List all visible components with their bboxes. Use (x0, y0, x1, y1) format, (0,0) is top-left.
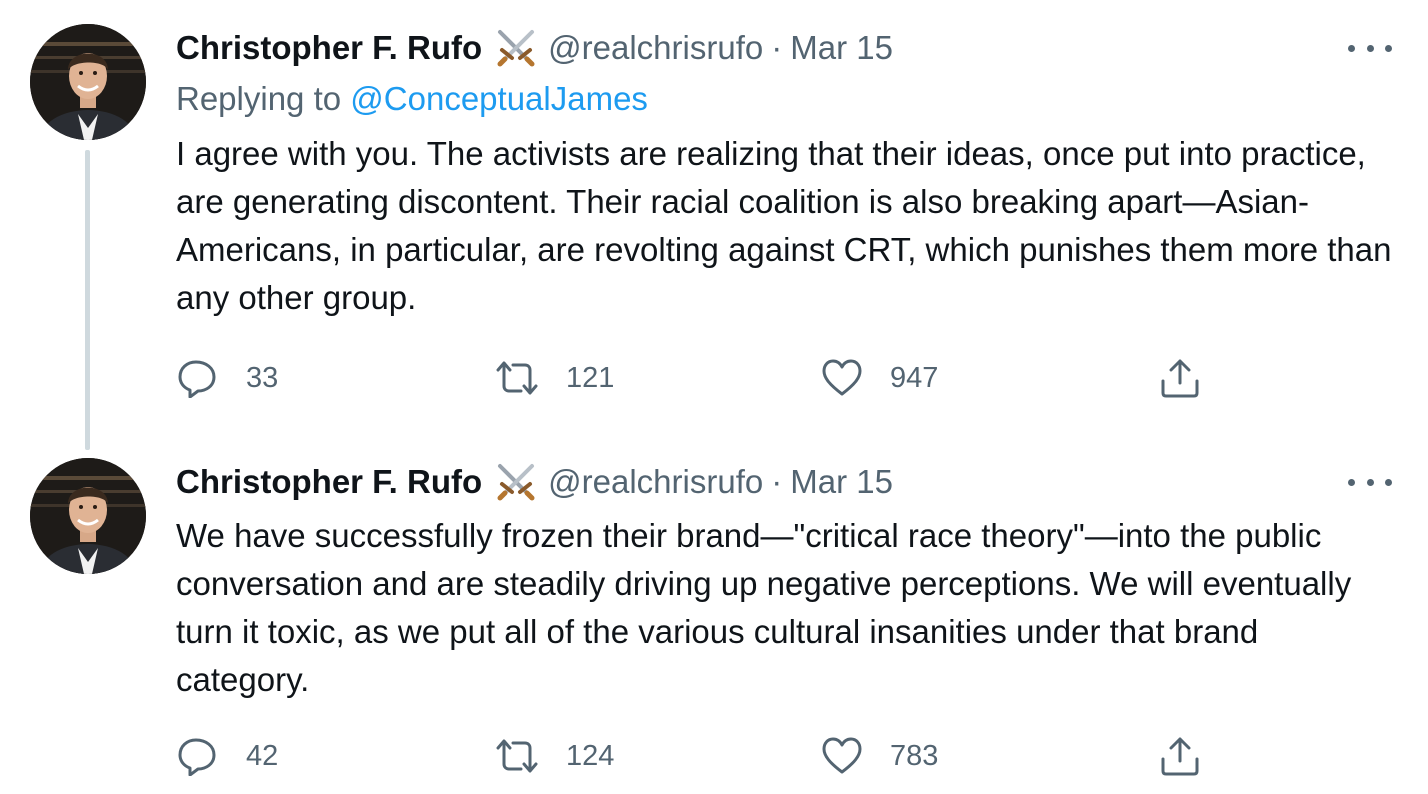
tweet-actions: 42 124 783 (176, 734, 1236, 778)
more-dot (1366, 478, 1374, 486)
tweet[interactable]: Christopher F. Rufo @realchrisrufo · Mar… (0, 450, 1428, 794)
reply-icon (178, 738, 216, 776)
avatar[interactable] (30, 24, 146, 140)
like-count: 947 (890, 361, 939, 394)
retweet-button[interactable]: 124 (494, 734, 614, 778)
tweet-header: Christopher F. Rufo @realchrisrufo · Mar… (176, 460, 893, 504)
crossed-swords-icon (497, 30, 535, 67)
more-dot (1348, 44, 1355, 52)
replying-to: Replying to @ConceptualJames (176, 80, 648, 118)
retweet-count: 121 (566, 361, 615, 394)
retweet-button[interactable]: 121 (494, 356, 614, 400)
display-name[interactable]: Christopher F. Rufo (176, 463, 482, 501)
retweet-icon (496, 361, 538, 395)
tweet-text: We have successfully frozen their brand—… (176, 517, 1352, 698)
tweet-date[interactable]: Mar 15 (790, 29, 893, 67)
like-icon (822, 737, 862, 774)
like-button[interactable]: 947 (820, 356, 938, 400)
more-dot (1366, 44, 1374, 52)
avatar-image (30, 458, 146, 574)
share-button[interactable] (1158, 356, 1202, 400)
like-button[interactable]: 783 (820, 734, 938, 778)
reply-icon (178, 360, 216, 398)
reply-count: 33 (246, 361, 279, 394)
like-count: 783 (890, 739, 939, 772)
separator: · (771, 463, 783, 500)
retweet-count: 124 (566, 739, 615, 772)
share-icon (1161, 359, 1199, 398)
separator: · (771, 29, 783, 66)
display-name[interactable]: Christopher F. Rufo (176, 29, 482, 67)
crossed-swords-icon (497, 464, 535, 501)
reply-count: 42 (246, 739, 279, 772)
more-icon[interactable] (1348, 38, 1392, 58)
tweet[interactable]: Christopher F. Rufo @realchrisrufo · Mar… (0, 0, 1428, 450)
reply-button[interactable]: 33 (176, 356, 278, 400)
tweet-actions: 33 121 947 (176, 356, 1236, 400)
reply-button[interactable]: 42 (176, 734, 278, 778)
share-icon (1161, 737, 1199, 776)
tweet-date[interactable]: Mar 15 (790, 463, 893, 501)
tweet-text: I agree with you. The activists are real… (176, 135, 1392, 316)
like-icon (822, 359, 862, 396)
avatar[interactable] (30, 458, 146, 574)
handle[interactable]: @realchrisrufo (548, 29, 763, 67)
handle[interactable]: @realchrisrufo (548, 463, 763, 501)
more-dot (1385, 44, 1392, 52)
share-button[interactable] (1158, 734, 1202, 778)
more-dot (1348, 478, 1355, 486)
retweet-icon (496, 739, 538, 773)
tweet-header: Christopher F. Rufo @realchrisrufo · Mar… (176, 26, 893, 70)
mention-link[interactable]: @ConceptualJames (350, 80, 648, 117)
more-dot (1385, 478, 1392, 486)
more-icon[interactable] (1348, 472, 1392, 492)
thread-line (85, 150, 90, 450)
avatar-image (30, 24, 146, 140)
replying-prefix: Replying to (176, 80, 342, 117)
